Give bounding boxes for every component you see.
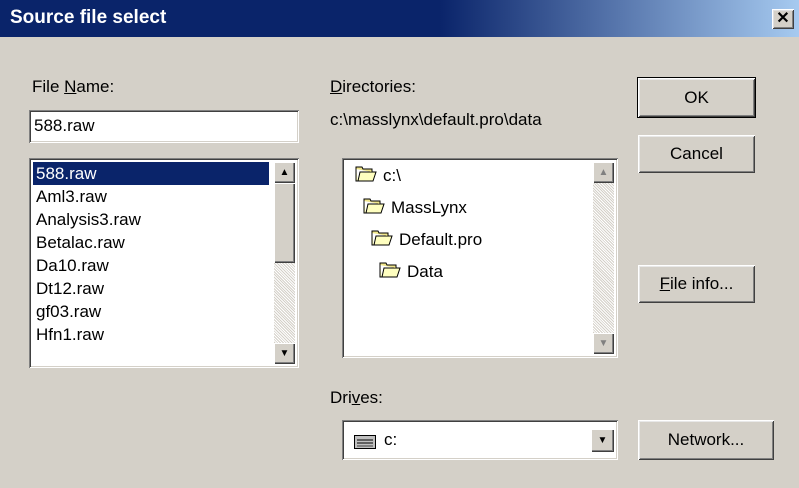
filename-label: File Name: <box>32 77 114 97</box>
drives-label: Drives: <box>330 388 383 408</box>
drives-label-suffix: es: <box>360 388 383 407</box>
file-info-rest: ile info... <box>670 274 734 293</box>
file-info-button[interactable]: File info... <box>638 265 755 303</box>
file-list-scrollbar[interactable]: ▲ ▼ <box>274 162 295 364</box>
file-list-item[interactable]: 588.raw <box>33 162 269 185</box>
close-icon: ✕ <box>776 10 790 27</box>
directories-label-rest: irectories: <box>342 77 416 96</box>
directory-item-label: MassLynx <box>391 198 467 217</box>
directory-item-label: Default.pro <box>399 230 483 249</box>
directory-item[interactable]: c:\ <box>352 164 404 187</box>
scroll-thumb[interactable] <box>274 183 295 263</box>
filename-label-prefix: File <box>32 77 65 96</box>
directory-scrollbar[interactable]: ▲ ▼ <box>593 162 614 354</box>
filename-label-hotkey: N <box>64 77 77 96</box>
file-list-item[interactable]: Analysis3.raw <box>33 208 144 231</box>
directories-label-hotkey: D <box>330 77 343 96</box>
file-list-item[interactable]: gf03.raw <box>33 300 104 323</box>
directory-item-label: Data <box>407 262 443 281</box>
scroll-down-button[interactable]: ▼ <box>274 343 295 364</box>
ok-button[interactable]: OK <box>638 78 755 117</box>
file-list-item[interactable]: Dt12.raw <box>33 277 107 300</box>
drives-select[interactable]: c: ▼ <box>342 420 618 460</box>
drives-label-prefix: Dri <box>330 388 352 407</box>
network-button[interactable]: Network... <box>638 420 774 460</box>
drives-dropdown-button[interactable]: ▼ <box>591 429 614 452</box>
file-list[interactable]: 588.raw Aml3.raw Analysis3.raw Betalac.raw D… <box>29 158 299 368</box>
scroll-up-button[interactable]: ▲ <box>274 162 295 183</box>
filename-label-suffix: ame: <box>76 77 115 96</box>
dir-scroll-down-button[interactable]: ▼ <box>593 333 614 354</box>
dir-scroll-up-icon: ▲ <box>598 167 609 178</box>
file-list-item[interactable]: Betalac.raw <box>33 231 128 254</box>
file-info-hotkey: F <box>659 274 671 293</box>
filename-input-value: 588.raw <box>34 116 95 135</box>
close-button[interactable]: ✕ <box>772 9 794 29</box>
chevron-down-icon: ▼ <box>597 435 608 446</box>
file-list-item[interactable]: Aml3.raw <box>33 185 110 208</box>
directory-item-label: c:\ <box>383 166 401 185</box>
directory-item[interactable]: Data <box>376 260 446 283</box>
scroll-down-icon: ▼ <box>279 348 290 359</box>
file-info-button-label: File info... <box>638 265 755 303</box>
directory-item[interactable]: Default.pro <box>368 228 485 251</box>
dialog-title: Source file select <box>10 7 167 28</box>
directories-label: Directories: <box>330 77 416 97</box>
file-list-item[interactable]: Hfn1.raw <box>33 323 107 346</box>
folder-icon <box>379 261 401 284</box>
ok-button-label: OK <box>684 88 709 107</box>
filename-input[interactable]: 588.raw <box>29 110 299 143</box>
title-bar: Source file select ✕ <box>0 0 799 37</box>
dir-scroll-up-button[interactable]: ▲ <box>593 162 614 183</box>
cancel-button-label: Cancel <box>670 144 723 163</box>
cancel-button[interactable]: Cancel <box>638 135 755 173</box>
drive-icon <box>354 434 376 454</box>
drives-select-value: c: <box>384 430 398 449</box>
dir-scroll-down-icon: ▼ <box>598 338 609 349</box>
network-button-label: Network... <box>667 430 745 449</box>
directory-path: c:\masslynx\default.pro\data <box>330 110 542 129</box>
folder-icon <box>363 197 385 220</box>
directory-item[interactable]: MassLynx <box>360 196 470 219</box>
directory-tree[interactable]: c:\ MassLynx Default.pro Data ▲ ▼ <box>342 158 618 358</box>
folder-icon <box>355 165 377 188</box>
drives-label-hotkey: v <box>351 388 361 407</box>
scroll-up-icon: ▲ <box>279 167 290 178</box>
folder-icon <box>371 229 393 252</box>
file-list-item[interactable]: Da10.raw <box>33 254 112 277</box>
